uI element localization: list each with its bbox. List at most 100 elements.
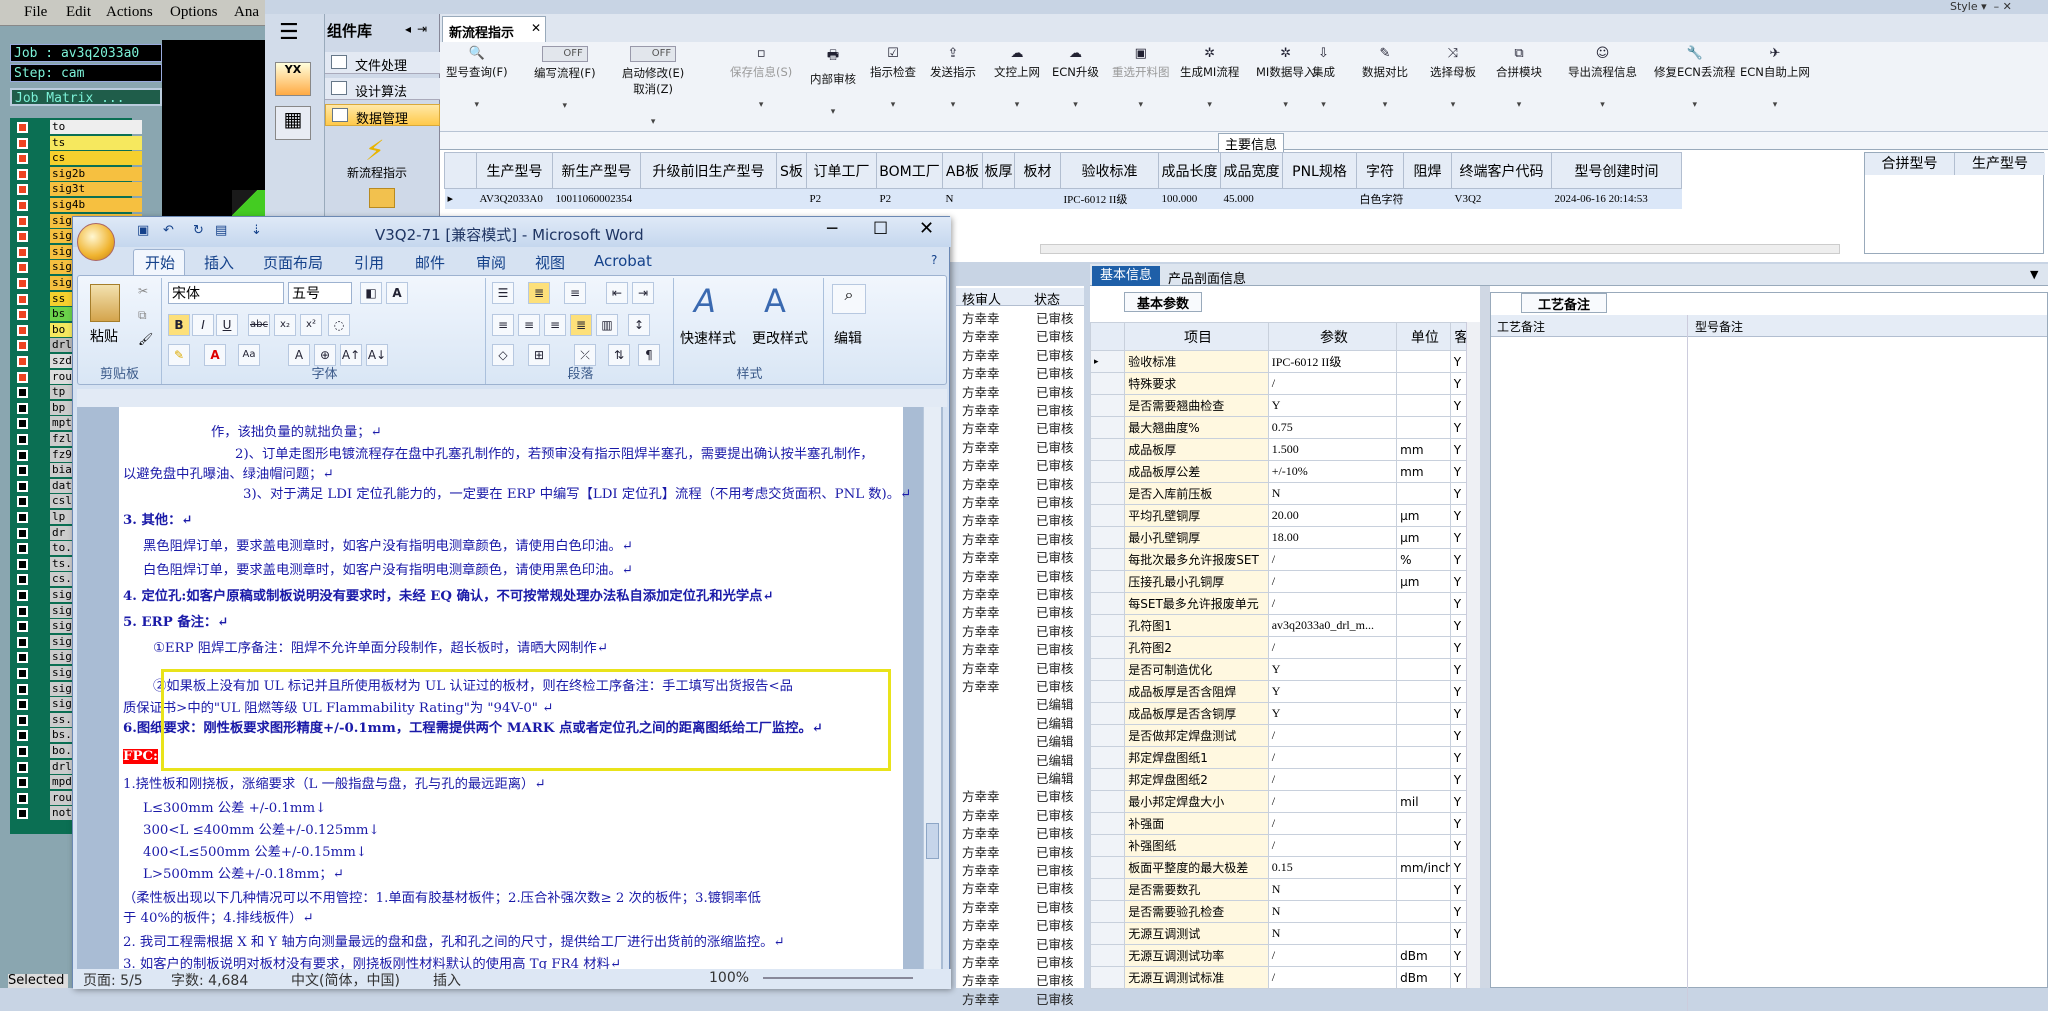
chevron-down-icon[interactable]: ▾	[994, 100, 1040, 110]
toolbar-button[interactable]: ☁ ECN升级 ▾	[1052, 46, 1099, 110]
document-line[interactable]: L>500mm 公差+/-0.18mm；↵	[143, 863, 344, 882]
undo-icon[interactable]: ↶	[163, 223, 174, 238]
approval-row[interactable]: 方幸幸 已审核	[958, 823, 1084, 841]
document-line[interactable]: FPC:	[123, 749, 158, 764]
row-selector[interactable]	[1089, 680, 1126, 703]
layer-checkbox[interactable]	[17, 434, 28, 445]
tab-basic-info[interactable]: 基本信息	[1092, 266, 1160, 286]
row-selector[interactable]	[1089, 658, 1126, 681]
row-selector[interactable]	[1089, 724, 1126, 747]
lightning-icon[interactable]: ⚡	[365, 134, 385, 167]
layer-checkbox[interactable]	[17, 449, 28, 461]
layer-checkbox[interactable]	[17, 246, 28, 258]
decrease-indent-icon[interactable]: ⇤	[606, 282, 628, 304]
approval-row[interactable]: 方幸幸 已审核	[958, 418, 1084, 436]
menu-edit[interactable]: Edit	[66, 4, 91, 21]
toggle-switch[interactable]: OFF	[630, 46, 677, 62]
approval-row[interactable]: 方幸幸 已审核	[958, 547, 1084, 565]
nav-item-design-algorithm[interactable]: 设计算法	[325, 78, 440, 100]
document-line[interactable]: 3)、对于满足 LDI 定位孔能力的，一定要在 ERP 中编写【LDI 定位孔】…	[243, 483, 911, 502]
dropdown-arrow-icon[interactable]: ▼	[2030, 268, 2038, 281]
table-cell[interactable]: 45.000	[1221, 189, 1283, 209]
row-selector[interactable]	[1089, 812, 1126, 835]
row-selector[interactable]	[1089, 790, 1126, 813]
document-line[interactable]: 白色阻焊订单，要求盖电测章时，如客户没有指明电测章颜色，请使用黑色印油。↵	[143, 559, 633, 578]
toolbar-sublabel[interactable]: 取消(Z)	[622, 81, 684, 97]
param-column-header[interactable]: 项目	[1124, 322, 1269, 351]
column-header[interactable]: 板厚	[982, 152, 1015, 189]
document-line[interactable]: 5. ERP 备注：↵	[123, 611, 228, 630]
bold-button[interactable]: B	[168, 314, 190, 336]
layer-checkbox[interactable]	[17, 761, 28, 773]
param-column-header[interactable]: 参数	[1267, 322, 1398, 351]
row-selector[interactable]	[1089, 504, 1126, 527]
yx-app-icon[interactable]: YX	[275, 62, 311, 96]
table-cell[interactable]	[1015, 189, 1061, 209]
toolbar-button[interactable]: ⧉ 合拼模块 ▾	[1496, 46, 1542, 110]
ribbon-tab-home[interactable]: 开始	[145, 252, 175, 273]
table-cell[interactable]: IPC-6012 II级	[1061, 189, 1159, 209]
param-value[interactable]: Y	[1267, 394, 1398, 417]
word-vertical-scrollbar[interactable]	[923, 407, 941, 969]
customize-qat-icon[interactable]: ⇣	[251, 223, 262, 238]
document-line[interactable]: 于 40%的板件；4.排线板件）↵	[123, 907, 314, 926]
pin-icon[interactable]: ⇥	[417, 22, 427, 36]
column-header[interactable]: 生产型号	[476, 152, 553, 189]
nav-item-data-management[interactable]: 数据管理	[325, 104, 440, 127]
column-header[interactable]: PNL规格	[1282, 152, 1357, 189]
layer-checkbox[interactable]	[17, 714, 28, 726]
row-selector[interactable]	[1089, 966, 1126, 989]
param-row[interactable]: 每批次最多允许报废SET /% Y	[1089, 548, 1471, 571]
param-value[interactable]: 0.15	[1267, 856, 1398, 879]
layer-checkbox[interactable]	[17, 137, 28, 149]
approval-row[interactable]: 已编辑	[958, 694, 1084, 712]
table-cell[interactable]	[1404, 189, 1452, 209]
layer-checkbox[interactable]	[17, 340, 28, 352]
cut-icon[interactable]: ✂	[138, 284, 148, 298]
chevron-down-icon[interactable]: ▾	[1112, 100, 1170, 110]
param-value[interactable]: +/-10%	[1267, 460, 1398, 483]
param-value[interactable]: N	[1267, 900, 1398, 923]
toolbar-button[interactable]: OFF 启动修改(E) 取消(Z) ▾	[622, 46, 684, 127]
row-selector[interactable]	[1089, 944, 1126, 967]
ribbon-tab-mailings[interactable]: 邮件	[415, 252, 445, 273]
row-selector[interactable]	[1089, 460, 1126, 483]
row-selector[interactable]	[1089, 702, 1126, 725]
approval-row[interactable]: 方幸幸 已审核	[958, 805, 1084, 823]
row-selector[interactable]: ▸	[1089, 350, 1126, 373]
approval-row[interactable]: 已编辑	[958, 713, 1084, 731]
underline-button[interactable]: U	[216, 314, 238, 336]
change-styles-button[interactable]: 更改样式	[752, 328, 808, 348]
param-row[interactable]: 无源互调测试功率 / dBm Y	[1089, 944, 1471, 967]
approval-row[interactable]: 方幸幸 已审核	[958, 400, 1084, 418]
column-header[interactable]: 成品长度	[1158, 152, 1221, 189]
approval-row[interactable]: 已编辑	[958, 750, 1084, 768]
layer-checkbox[interactable]	[17, 418, 28, 430]
chevron-down-icon[interactable]: ▾	[870, 100, 916, 110]
param-row[interactable]: 邦定焊盘图纸1/Y	[1089, 746, 1471, 769]
approval-row[interactable]: 方幸幸 已审核	[958, 602, 1084, 620]
copy-icon[interactable]: ⧉	[138, 308, 147, 323]
param-row[interactable]: 补强面 / Y	[1089, 812, 1471, 835]
param-value[interactable]: N	[1267, 922, 1398, 945]
approval-row[interactable]: 方幸幸 已审核	[958, 897, 1084, 915]
chevron-down-icon[interactable]: ▾	[1654, 100, 1735, 110]
layer-checkbox[interactable]	[17, 153, 28, 165]
toolbar-button[interactable]: ✎ 数据对比 ▾	[1362, 46, 1408, 110]
document-line[interactable]: 1.挠性板和刚挠板，涨缩要求（L 一般指盘与盘，孔与孔的最远距离）↵	[123, 773, 546, 792]
approval-row[interactable]: 方幸幸 已审核	[958, 915, 1084, 933]
layer-checkbox[interactable]	[17, 527, 28, 539]
layer-checkbox[interactable]	[17, 730, 28, 742]
column-header[interactable]: BOM工厂	[876, 152, 943, 189]
param-value[interactable]: /	[1267, 372, 1398, 395]
font-size-select[interactable]: 五号	[288, 282, 352, 304]
row-selector[interactable]	[1089, 636, 1126, 659]
column-header[interactable]: 新生产型号	[552, 152, 641, 189]
approval-row[interactable]: 已编辑	[958, 731, 1084, 749]
row-selector[interactable]	[1089, 592, 1126, 615]
table-cell[interactable]: AV3Q2033A0	[477, 189, 553, 209]
param-row[interactable]: 压接孔最小孔铜厚 / μm Y	[1089, 570, 1471, 593]
row-selector[interactable]	[1089, 570, 1126, 593]
param-row[interactable]: 无源互调测试标准 / dBm Y	[1089, 966, 1471, 989]
ribbon-tab-layout[interactable]: 页面布局	[263, 252, 323, 273]
